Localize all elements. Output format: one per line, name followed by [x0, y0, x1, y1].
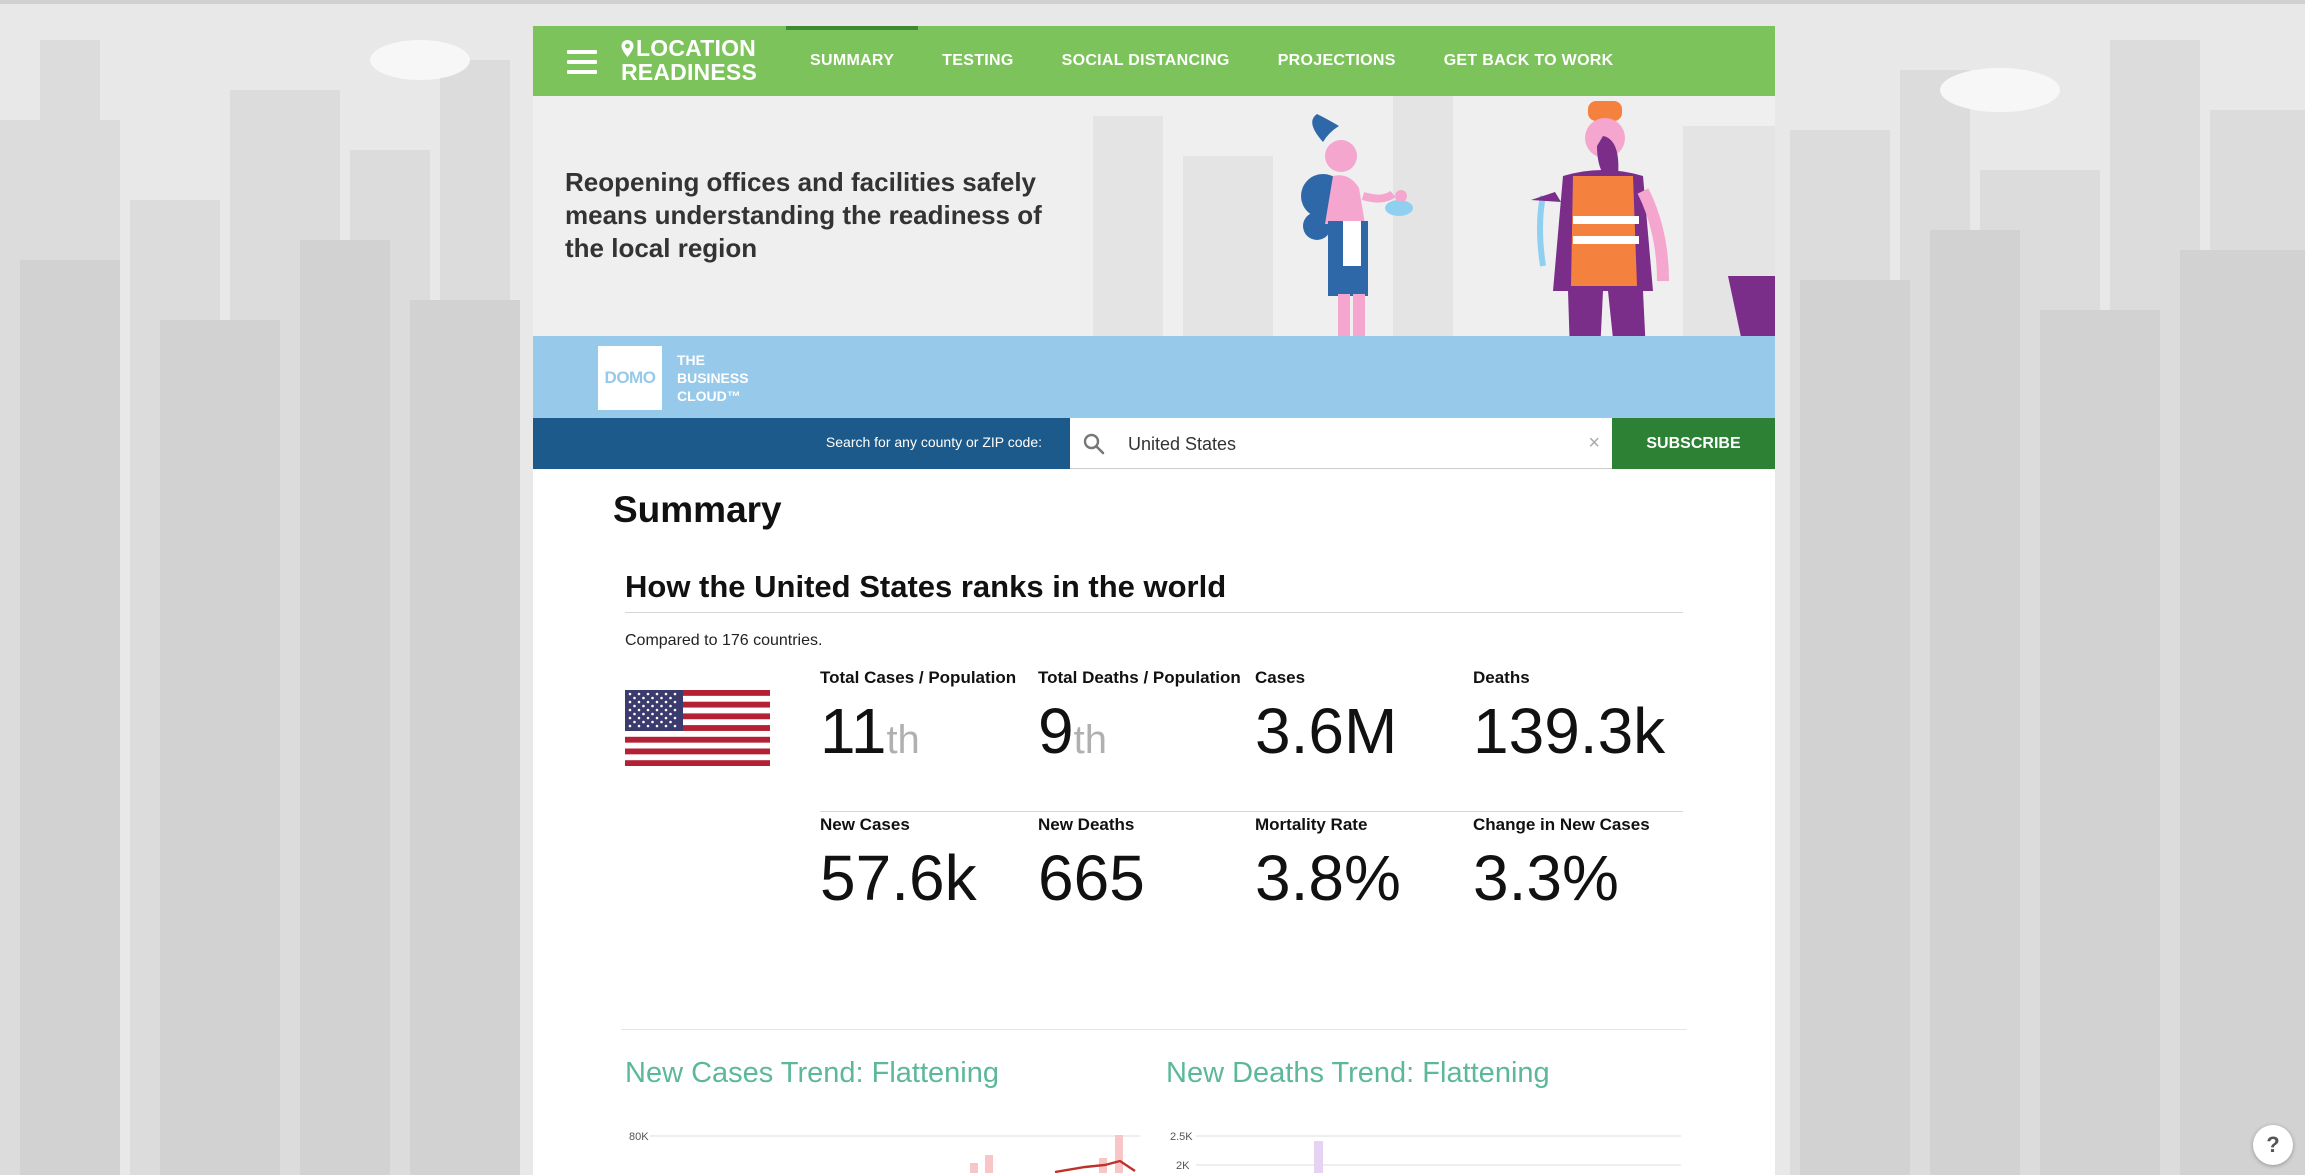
rank-divider [625, 612, 1683, 613]
stat-total-cases-population: Total Cases / Population 11th [820, 668, 1038, 775]
location-pin-icon [621, 40, 634, 57]
domo-logo[interactable]: DOMO [598, 346, 662, 410]
stat-number: 9 [1038, 695, 1074, 767]
nav-item-get-back-to-work[interactable]: GET BACK TO WORK [1420, 26, 1638, 96]
new-deaths-chart: 2.5K 2K [1170, 1131, 1681, 1173]
stat-value: 9th [1038, 696, 1256, 775]
rank-title: How the United States ranks in the world [625, 569, 1227, 604]
nav-item-projections[interactable]: PROJECTIONS [1254, 26, 1420, 96]
stat-total-deaths-population: Total Deaths / Population 9th [1038, 668, 1256, 775]
search-label: Search for any county or ZIP code: [825, 434, 1042, 450]
deaths-tick-label: 2K [1176, 1160, 1190, 1172]
deaths-bar [1314, 1141, 1323, 1173]
stat-suffix: th [1073, 718, 1107, 762]
hero-banner: Reopening offices and facilities safely … [533, 96, 1775, 336]
stat-label: Cases [1255, 668, 1306, 687]
domo-tagline-line-1: THE [677, 352, 705, 368]
cases-tick-label: 80K [629, 1131, 649, 1143]
stat-divider [820, 811, 1683, 812]
search-bar: Search for any county or ZIP code: × SUB… [533, 418, 1775, 469]
new-deaths-trend-title: New Deaths Trend: Flattening [1166, 1057, 1550, 1089]
cases-bar [1115, 1135, 1123, 1173]
cases-bar [970, 1163, 978, 1173]
domo-tagline-line-3: CLOUD™ [677, 388, 741, 404]
deaths-tick-label: 2.5K [1170, 1131, 1193, 1143]
nav-menu: SUMMARY TESTING SOCIAL DISTANCING PROJEC… [786, 26, 1638, 96]
stat-label: Total Cases / Population [820, 668, 1017, 687]
brand-logo[interactable]: LOCATION READINESS [621, 36, 757, 84]
stat-label: New Cases [820, 815, 910, 834]
stat-value: 11th [820, 696, 1038, 775]
menu-icon[interactable] [567, 50, 597, 74]
compared-text: Compared to 176 countries. [625, 632, 823, 649]
stat-value: 3.8% [1255, 842, 1401, 914]
stat-label: Total Deaths / Population [1038, 668, 1241, 687]
section-divider [621, 1029, 1687, 1030]
search-box: × [1070, 418, 1612, 469]
nav-item-social-distancing[interactable]: SOCIAL DISTANCING [1038, 26, 1254, 96]
clear-search-icon[interactable]: × [1588, 432, 1600, 455]
search-input[interactable] [1128, 426, 1568, 462]
main-column: LOCATION READINESS SUMMARY TESTING SOCIA… [533, 26, 1775, 1175]
top-nav: LOCATION READINESS SUMMARY TESTING SOCIA… [533, 26, 1775, 96]
top-border [0, 0, 2305, 4]
stat-cases: Cases 3.6M [1255, 668, 1473, 766]
stat-label: Mortality Rate [1255, 815, 1368, 834]
stat-value: 3.3% [1473, 842, 1619, 914]
help-button[interactable]: ? [2253, 1125, 2293, 1165]
stat-new-cases: New Cases 57.6k [820, 815, 1038, 913]
new-cases-trend-title: New Cases Trend: Flattening [625, 1057, 999, 1089]
stat-value: 139.3k [1473, 695, 1666, 767]
domo-band: DOMO THE BUSINESS CLOUD™ [533, 336, 1775, 418]
stat-value: 3.6M [1255, 695, 1398, 767]
stat-suffix: th [886, 718, 920, 762]
stat-number: 11 [820, 695, 887, 767]
nav-item-summary[interactable]: SUMMARY [786, 26, 919, 96]
new-cases-chart: 80K [629, 1131, 1140, 1173]
cases-bar [985, 1155, 993, 1173]
stat-label: Deaths [1473, 668, 1530, 687]
subscribe-button[interactable]: SUBSCRIBE [1612, 418, 1775, 469]
brand-line-1: LOCATION [636, 35, 756, 61]
brand-line-2: READINESS [621, 59, 757, 85]
stat-new-deaths: New Deaths 665 [1038, 815, 1256, 913]
stat-value: 57.6k [820, 842, 977, 914]
stat-mortality-rate: Mortality Rate 3.8% [1255, 815, 1473, 913]
stat-label: Change in New Cases [1473, 815, 1650, 834]
stat-change-in-new-cases: Change in New Cases 3.3% [1473, 815, 1691, 913]
hero-headline: Reopening offices and facilities safely … [565, 167, 1042, 263]
search-icon [1083, 433, 1105, 455]
domo-logo-text: DOMO [604, 368, 656, 387]
stat-label: New Deaths [1038, 815, 1135, 834]
worker-figure [1531, 101, 1669, 336]
stat-deaths: Deaths 139.3k [1473, 668, 1691, 766]
stat-value: 665 [1038, 842, 1145, 914]
section-title: Summary [613, 489, 782, 530]
nav-item-testing[interactable]: TESTING [918, 26, 1037, 96]
domo-tagline: THE BUSINESS CLOUD™ [677, 351, 749, 405]
domo-tagline-line-2: BUSINESS [677, 370, 749, 386]
us-flag-icon [625, 690, 770, 766]
